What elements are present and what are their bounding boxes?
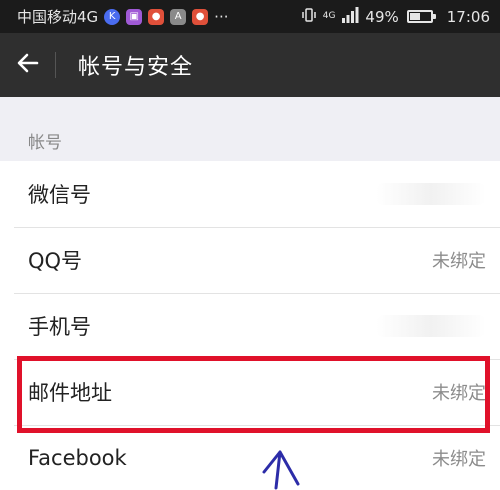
more-notifications-icon: ··· — [214, 7, 229, 26]
redacted-value — [376, 183, 486, 205]
section-header-account: 帐号 — [28, 133, 62, 153]
item-label: 手机号 — [28, 315, 91, 339]
status-bar: 中国移动4G K ▣ ● A ● ··· 4G 49% 17:06 — [0, 0, 500, 33]
map-pin-notification-icon: ● — [148, 8, 165, 25]
app-a-notification-icon: A — [170, 8, 187, 25]
item-status: 未绑定 — [432, 251, 486, 272]
item-label: 微信号 — [28, 183, 91, 207]
network-type-label: 4G — [322, 10, 336, 21]
item-status: 未绑定 — [432, 449, 486, 470]
item-label: 邮件地址 — [28, 381, 112, 405]
title-bar: 帐号与安全 — [0, 33, 500, 97]
vibrate-icon — [301, 7, 317, 27]
list-item-phone[interactable]: 手机号 — [0, 293, 500, 359]
status-right: 4G 49% 17:06 — [301, 6, 490, 27]
item-status: 未绑定 — [432, 383, 486, 404]
status-left: 中国移动4G K ▣ ● A ● ··· — [17, 6, 301, 27]
account-list: 微信号 QQ号 未绑定 手机号 邮件地址 未绑定 Facebook 未绑定 — [0, 161, 500, 490]
back-button[interactable] — [0, 33, 55, 97]
clock: 17:06 — [446, 7, 490, 26]
list-item-qq[interactable]: QQ号 未绑定 — [0, 227, 500, 293]
arrow-left-icon — [16, 51, 40, 79]
signal-icon — [341, 6, 359, 27]
item-label: QQ号 — [28, 249, 83, 273]
arrow-up-annotation-icon — [258, 448, 338, 490]
carrier-label: 中国移动4G — [17, 8, 99, 26]
list-item-facebook[interactable]: Facebook 未绑定 — [0, 425, 500, 490]
battery-percent: 49% — [365, 7, 399, 26]
item-label: Facebook — [28, 446, 127, 470]
title-divider — [55, 52, 56, 78]
redacted-value — [376, 315, 486, 337]
battery-icon — [406, 10, 436, 23]
list-item-wechat-id[interactable]: 微信号 — [0, 161, 500, 227]
app-notification-icon: K — [104, 8, 121, 25]
page-title: 帐号与安全 — [78, 55, 194, 80]
gallery-notification-icon: ▣ — [126, 8, 143, 25]
list-item-email[interactable]: 邮件地址 未绑定 — [0, 359, 500, 425]
map-pin-notification-icon-2: ● — [192, 8, 209, 25]
